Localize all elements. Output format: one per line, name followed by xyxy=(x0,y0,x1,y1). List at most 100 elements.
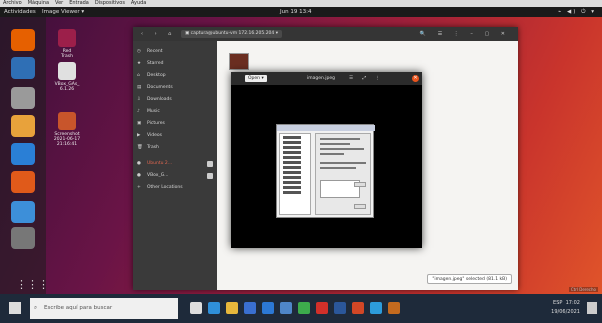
language-indicator[interactable]: ESP xyxy=(553,300,562,306)
files-sidebar: ◷ Recent ★ Starred ⌂ Desktop ▤ Documents ⇩ Downlo… xyxy=(133,41,217,290)
desktop-icon-sublabel: 2021-06-17 21:16:41 xyxy=(53,137,81,147)
activities-button[interactable]: Actividades xyxy=(4,7,36,17)
files-icon[interactable] xyxy=(11,87,35,109)
close-icon[interactable]: ✕ xyxy=(412,75,419,82)
sidebar-icon: ▣ xyxy=(137,121,142,126)
sidebar-label: Recent xyxy=(147,49,163,54)
store-icon[interactable] xyxy=(244,302,256,314)
sidebar-label: Other Locations xyxy=(147,185,183,190)
mail-icon[interactable] xyxy=(262,302,274,314)
clock[interactable]: Jun 19 13:4 xyxy=(280,7,311,17)
taskbar-clock[interactable]: ESP 17:02 19/06/2021 xyxy=(551,299,580,317)
show-applications-icon[interactable]: ⋮⋮⋮ xyxy=(16,279,49,290)
host-menu-item[interactable]: Dispositivos xyxy=(95,0,125,6)
sidebar-label: Pictures xyxy=(147,121,165,126)
eject-icon[interactable] xyxy=(207,173,213,179)
desktop-icon[interactable]: Screenshot 2021-06-17 21:16:41 xyxy=(48,112,86,147)
search-placeholder: Escribe aquí para buscar xyxy=(44,305,113,311)
file-icon xyxy=(58,29,76,47)
time: 17:02 xyxy=(565,300,580,306)
powerpoint-icon[interactable] xyxy=(352,302,364,314)
desktop-icon[interactable]: Red Trash xyxy=(48,29,86,59)
image-detail-panel xyxy=(315,133,371,215)
sidebar-icon: ▤ xyxy=(137,85,142,90)
writer-icon[interactable] xyxy=(11,143,35,165)
edge-icon[interactable] xyxy=(208,302,220,314)
sidebar-label: Desktop xyxy=(147,73,166,78)
explorer-icon[interactable] xyxy=(226,302,238,314)
viewer-tools[interactable]: ☰ ⤢ ⋮ xyxy=(349,72,384,85)
sidebar-icon: ▶ xyxy=(137,133,141,138)
file-thumbnail[interactable] xyxy=(229,53,249,70)
desktop-icon[interactable]: VBox_GAs_ 6.1.26 xyxy=(48,62,86,92)
file-icon xyxy=(58,62,76,80)
sidebar-icon: ● xyxy=(137,161,141,166)
sidebar-label: Videos xyxy=(147,133,162,138)
image-tree-panel xyxy=(279,133,311,215)
sidebar-label: Trash xyxy=(147,145,159,150)
desktop-icon-sublabel: Trash xyxy=(61,54,73,59)
rhythmbox-icon[interactable] xyxy=(11,115,35,137)
host-menu-item[interactable]: Ver xyxy=(55,0,63,6)
sidebar-icon: ★ xyxy=(137,61,142,66)
file-icon xyxy=(58,112,76,130)
sidebar-item[interactable]: ● VBox_G... xyxy=(137,171,215,181)
software-icon[interactable] xyxy=(11,171,35,193)
image-viewer-window: Open ▾ imagen.jpeg ☰ ⤢ ⋮ ✕ xyxy=(231,72,422,248)
eject-icon[interactable] xyxy=(207,161,213,167)
desktop-icon-sublabel: 6.1.26 xyxy=(59,87,75,92)
header-tools[interactable]: 🔍 ☰ ⋮ – ▢ ✕ xyxy=(420,27,510,41)
sidebar-item[interactable]: ⇩ Downloads xyxy=(137,95,215,105)
sidebar-label: Starred xyxy=(147,61,164,66)
sidebar-item[interactable]: ◷ Recent xyxy=(137,47,215,57)
host-menu-item[interactable]: Entrada xyxy=(69,0,89,6)
sidebar-item[interactable]: ● Ubuntu 2... xyxy=(137,159,215,169)
host-menu-item[interactable]: Máquina xyxy=(28,0,49,6)
chrome-icon[interactable] xyxy=(298,302,310,314)
path-bar[interactable]: ▣ captura@ubuntu-vm 172.16.205.204 ▾ xyxy=(181,30,282,38)
sidebar-item[interactable]: + Other Locations xyxy=(137,183,215,193)
word-icon[interactable] xyxy=(334,302,346,314)
sidebar-item[interactable]: ▶ Videos xyxy=(137,131,215,141)
sidebar-label: Documents xyxy=(147,85,173,90)
windows-start-icon[interactable] xyxy=(9,302,21,314)
nav-buttons[interactable]: ‹ › ⌂ xyxy=(141,27,176,41)
open-button[interactable]: Open ▾ xyxy=(245,75,267,82)
sidebar-icon: ♪ xyxy=(137,109,140,114)
acrobat-icon[interactable] xyxy=(316,302,328,314)
sidebar-item[interactable]: 🗑 Trash xyxy=(137,143,215,153)
host-menu-item[interactable]: Ayuda xyxy=(131,0,146,6)
firefox-icon[interactable] xyxy=(11,29,35,51)
sidebar-icon: 🗑 xyxy=(137,145,143,150)
app-icon[interactable] xyxy=(370,302,382,314)
date: 19/06/2021 xyxy=(551,309,580,315)
settings-icon[interactable] xyxy=(388,302,400,314)
sidebar-item[interactable]: ▤ Documents xyxy=(137,83,215,93)
thunderbird-icon[interactable] xyxy=(11,57,35,79)
sidebar-label: Downloads xyxy=(147,97,172,102)
sidebar-item[interactable]: ♪ Music xyxy=(137,107,215,117)
gnome-top-bar: Actividades Image Viewer ▾ Jun 19 13:4 ⌁… xyxy=(0,7,602,17)
dock: ⋮⋮⋮ xyxy=(0,17,49,294)
sidebar-item[interactable]: ★ Starred xyxy=(137,59,215,69)
app-menu[interactable]: Image Viewer ▾ xyxy=(42,7,84,17)
host-menu-bar: Archivo Máquina Ver Entrada Dispositivos Ayud… xyxy=(0,0,602,7)
files-headerbar: ‹ › ⌂ ▣ captura@ubuntu-vm 172.16.205.204… xyxy=(133,27,518,41)
sidebar-label: VBox_G... xyxy=(147,173,169,178)
system-tray[interactable]: ⌁ ◀) ⏻ ▾ xyxy=(558,7,596,17)
help-icon[interactable] xyxy=(11,201,35,223)
sidebar-item[interactable]: ⌂ Desktop xyxy=(137,71,215,81)
search-icon: ⌕ xyxy=(34,305,38,311)
notification-icon[interactable] xyxy=(587,302,597,314)
sidebar-icon: ◷ xyxy=(137,49,141,54)
host-menu-item[interactable]: Archivo xyxy=(3,0,22,6)
sidebar-icon: ⌂ xyxy=(137,73,140,78)
virtualbox-icon[interactable] xyxy=(280,302,292,314)
terminal-icon[interactable] xyxy=(11,227,35,249)
host-status: Ctrl Derecho xyxy=(568,287,598,292)
displayed-image xyxy=(276,124,375,218)
sidebar-label: Music xyxy=(147,109,160,114)
task-view-icon[interactable] xyxy=(190,302,202,314)
search-input[interactable]: ⌕ Escribe aquí para buscar xyxy=(30,298,178,319)
sidebar-item[interactable]: ▣ Pictures xyxy=(137,119,215,129)
